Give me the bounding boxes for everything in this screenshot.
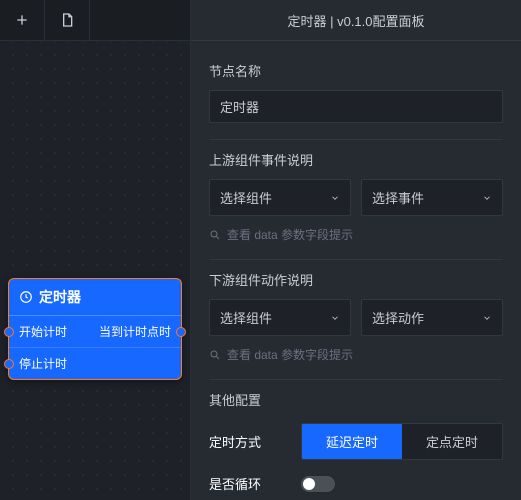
upstream-hint[interactable]: 查看 data 参数字段提示 (209, 226, 503, 243)
node-port-row[interactable]: 开始计时 当到计时点时 (9, 316, 181, 348)
divider (209, 259, 503, 260)
port-in[interactable] (4, 359, 14, 369)
select-placeholder: 选择动作 (372, 308, 424, 327)
node-port-row[interactable]: 停止计时 (9, 348, 181, 379)
hint-text: 查看 data 参数字段提示 (227, 226, 353, 243)
section-downstream: 下游组件动作说明 (209, 270, 503, 289)
search-icon (209, 349, 221, 361)
timer-node[interactable]: 定时器 开始计时 当到计时点时 停止计时 (8, 278, 182, 380)
downstream-action-select[interactable]: 选择动作 (361, 299, 503, 336)
search-icon (209, 229, 221, 241)
canvas-toolbar (0, 0, 190, 41)
hint-text: 查看 data 参数字段提示 (227, 346, 353, 363)
port-in[interactable] (4, 327, 14, 337)
plus-icon (14, 12, 30, 28)
clock-icon (19, 290, 33, 304)
panel-body[interactable]: 节点名称 上游组件事件说明 选择组件 选择事件 查看 data 参数字段提示 下 (191, 41, 521, 500)
select-placeholder: 选择组件 (220, 188, 272, 207)
divider (209, 379, 503, 380)
node-title: 定时器 (39, 287, 81, 307)
divider (209, 139, 503, 140)
mode-fixed-option[interactable]: 定点定时 (402, 424, 502, 459)
downstream-hint[interactable]: 查看 data 参数字段提示 (209, 346, 503, 363)
config-panel: 定时器 | v0.1.0配置面板 节点名称 上游组件事件说明 选择组件 选择事件… (191, 0, 521, 500)
loop-label: 是否循环 (209, 474, 287, 493)
document-button[interactable] (45, 0, 90, 40)
port-out[interactable] (176, 327, 186, 337)
section-upstream: 上游组件事件说明 (209, 150, 503, 169)
section-node-name: 节点名称 (209, 61, 503, 80)
chevron-down-icon (330, 313, 340, 323)
select-placeholder: 选择事件 (372, 188, 424, 207)
upstream-event-select[interactable]: 选择事件 (361, 179, 503, 216)
mode-label: 定时方式 (209, 432, 287, 451)
section-other: 其他配置 (209, 390, 503, 409)
port-stop-label: 停止计时 (19, 355, 67, 372)
node-name-input[interactable] (209, 90, 503, 123)
document-icon (59, 12, 75, 28)
mode-segmented: 延迟定时 定点定时 (301, 423, 503, 460)
downstream-component-select[interactable]: 选择组件 (209, 299, 351, 336)
select-placeholder: 选择组件 (220, 308, 272, 327)
upstream-component-select[interactable]: 选择组件 (209, 179, 351, 216)
port-reach-label: 当到计时点时 (99, 323, 171, 340)
node-header[interactable]: 定时器 (9, 279, 181, 316)
add-button[interactable] (0, 0, 45, 40)
port-start-label: 开始计时 (19, 323, 67, 340)
canvas[interactable]: 定时器 开始计时 当到计时点时 停止计时 (0, 0, 191, 500)
panel-title: 定时器 | v0.1.0配置面板 (191, 0, 521, 41)
chevron-down-icon (330, 193, 340, 203)
loop-switch[interactable] (301, 476, 335, 492)
chevron-down-icon (482, 313, 492, 323)
mode-delay-option[interactable]: 延迟定时 (302, 424, 402, 459)
chevron-down-icon (482, 193, 492, 203)
